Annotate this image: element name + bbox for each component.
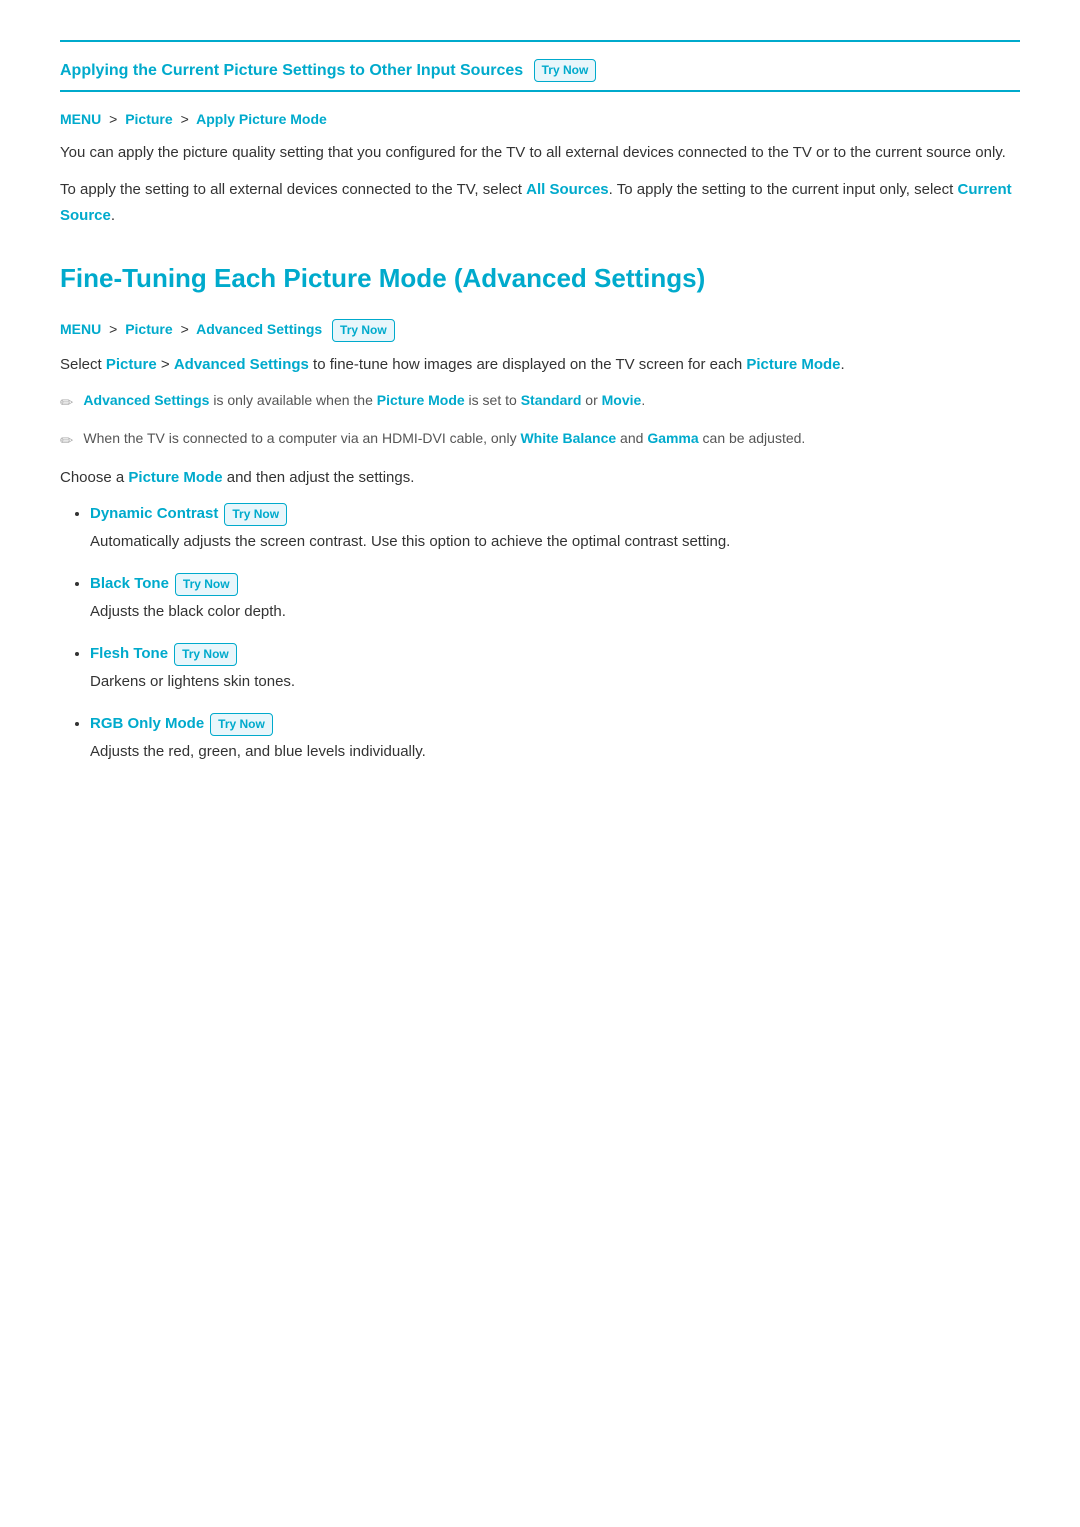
- pencil-icon-2: ✏: [60, 429, 73, 455]
- main-section: Fine-Tuning Each Picture Mode (Advanced …: [60, 258, 1020, 764]
- list-item: Dynamic Contrast Try Now Automatically adj…: [90, 502, 1020, 554]
- top-section-title: Applying the Current Picture Settings to…: [60, 58, 1020, 92]
- list-item: Black Tone Try Now Adjusts the black color…: [90, 572, 1020, 624]
- bullet-description: Automatically adjusts the screen contras…: [90, 530, 1020, 554]
- try-now-badge-top[interactable]: Try Now: [534, 59, 597, 82]
- breadcrumb-main: MENU > Picture > Advanced Settings Try N…: [60, 318, 1020, 342]
- breadcrumb-main-advanced[interactable]: Advanced Settings: [196, 321, 322, 337]
- breadcrumb-sep1: >: [109, 111, 117, 127]
- all-sources-link[interactable]: All Sources: [526, 181, 609, 198]
- choose-para: Choose a Picture Mode and then adjust th…: [60, 465, 1020, 491]
- try-now-badge-item-0[interactable]: Try Now: [224, 503, 287, 526]
- try-now-badge-item-3[interactable]: Try Now: [210, 713, 273, 736]
- breadcrumb-picture[interactable]: Picture: [125, 111, 172, 127]
- breadcrumb-main-sep1: >: [109, 321, 117, 337]
- breadcrumb-apply-picture-mode[interactable]: Apply Picture Mode: [196, 111, 327, 127]
- bullet-label[interactable]: Dynamic Contrast: [90, 505, 218, 522]
- top-para1: You can apply the picture quality settin…: [60, 140, 1020, 166]
- settings-list: Dynamic Contrast Try Now Automatically adj…: [60, 502, 1020, 764]
- note2-text: When the TV is connected to a computer v…: [83, 427, 805, 449]
- try-now-badge-item-1[interactable]: Try Now: [175, 573, 238, 596]
- note-block-2: ✏ When the TV is connected to a computer…: [60, 427, 1020, 455]
- bullet-label[interactable]: Black Tone: [90, 575, 169, 592]
- try-now-badge-main[interactable]: Try Now: [332, 319, 395, 342]
- bullet-description: Adjusts the red, green, and blue levels …: [90, 740, 1020, 764]
- top-section: Applying the Current Picture Settings to…: [60, 40, 1020, 228]
- top-para2: To apply the setting to all external dev…: [60, 177, 1020, 228]
- bullet-label[interactable]: RGB Only Mode: [90, 715, 204, 732]
- list-item: RGB Only Mode Try Now Adjusts the red, gre…: [90, 712, 1020, 764]
- note1-text: Advanced Settings is only available when…: [83, 389, 645, 411]
- main-heading: Fine-Tuning Each Picture Mode (Advanced …: [60, 258, 1020, 300]
- bullet-description: Darkens or lightens skin tones.: [90, 670, 1020, 694]
- pencil-icon-1: ✏: [60, 391, 73, 417]
- breadcrumb-sep2: >: [181, 111, 189, 127]
- intro-picture-mode: Picture Mode: [746, 356, 840, 373]
- bullet-description: Adjusts the black color depth.: [90, 600, 1020, 624]
- breadcrumb-main-menu[interactable]: MENU: [60, 321, 101, 337]
- try-now-badge-item-2[interactable]: Try Now: [174, 643, 237, 666]
- intro-advanced-settings: Advanced Settings: [174, 356, 309, 373]
- breadcrumb-main-picture[interactable]: Picture: [125, 321, 172, 337]
- breadcrumb-menu[interactable]: MENU: [60, 111, 101, 127]
- list-item: Flesh Tone Try Now Darkens or lightens ski…: [90, 642, 1020, 694]
- intro-picture: Picture: [106, 356, 157, 373]
- note-block-1: ✏ Advanced Settings is only available wh…: [60, 389, 1020, 417]
- choose-picture-mode: Picture Mode: [128, 469, 222, 486]
- breadcrumb-main-sep2: >: [181, 321, 189, 337]
- breadcrumb-top: MENU > Picture > Apply Picture Mode: [60, 108, 1020, 130]
- bullet-label[interactable]: Flesh Tone: [90, 645, 168, 662]
- intro-para: Select Picture > Advanced Settings to fi…: [60, 352, 1020, 378]
